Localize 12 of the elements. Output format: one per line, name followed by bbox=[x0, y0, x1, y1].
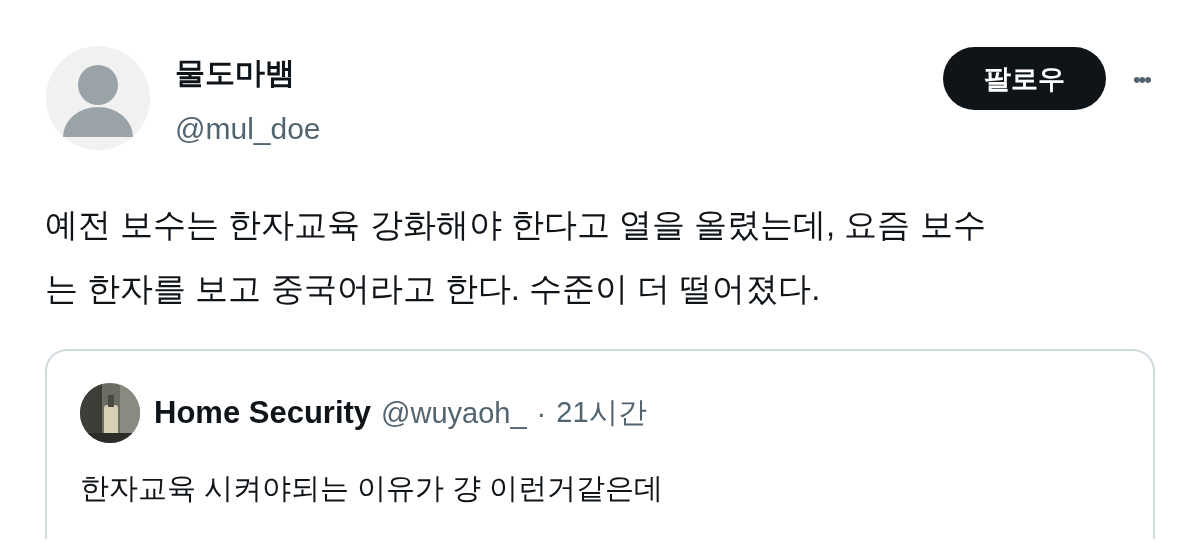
author-handle[interactable]: @mul_doe bbox=[175, 109, 943, 149]
post-time[interactable]: 21시간 bbox=[556, 393, 647, 433]
quoted-author-name[interactable]: Home Security bbox=[154, 395, 372, 431]
more-button[interactable]: ••• bbox=[1132, 67, 1150, 93]
follow-button[interactable]: 팔로우 bbox=[942, 47, 1106, 110]
separator-dot: · bbox=[536, 396, 547, 430]
tweet-text: 예전 보수는 한자교육 강화해야 한다고 열을 올렸는데, 요즘 보수 는 한자를 보고 중국어라고 한다. 수준이 더 떨어졌다. bbox=[45, 205, 987, 309]
quoted-tweet-card[interactable]: Home Security @wuyaoh_ · 21시간 한자교육 시켜야되는 이유가 걍 이런거같은데 bbox=[45, 349, 1155, 539]
quoted-tweet-text: 한자교육 시켜야되는 이유가 걍 이런거같은데 bbox=[80, 471, 665, 506]
quoted-author-handle[interactable]: @wuyaoh_ bbox=[381, 396, 527, 430]
author-name[interactable]: 물도마뱀 bbox=[175, 53, 943, 93]
avatar-icon[interactable] bbox=[45, 45, 151, 151]
